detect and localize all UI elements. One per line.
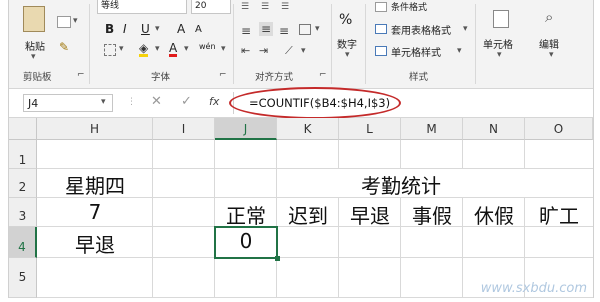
table-format-icon[interactable] [375, 24, 387, 34]
border-icon[interactable] [104, 44, 116, 56]
spreadsheet-grid[interactable]: H I J K L M N O 1 2 3 4 5 星期四 7 早退 考勤统计 … [9, 118, 593, 298]
enter-icon[interactable]: ✓ [181, 94, 192, 109]
orientation-icon[interactable]: ⟋ [285, 44, 293, 58]
column-header-o[interactable]: O [525, 118, 593, 140]
format-painter-icon[interactable]: ✎ [59, 40, 69, 54]
font-name-value: 等线 [101, 1, 120, 11]
ribbon: 粘贴 ▾ ▾ ✎ 剪贴板 ⌐ 等线 20 B I U ▾ A A ▾ ◈ ▾ A… [9, 0, 593, 89]
column-header-h[interactable]: H [37, 118, 153, 140]
underline-button[interactable]: U [141, 22, 150, 36]
fill-handle[interactable] [275, 256, 280, 261]
underline-dropdown-icon[interactable]: ▾ [155, 24, 160, 34]
row-header-2[interactable]: 2 [9, 169, 37, 198]
align-left-icon[interactable]: ≡ [241, 24, 251, 38]
align-center-icon[interactable]: ≡ [259, 22, 274, 36]
edit-dropdown-icon[interactable]: ▾ [549, 50, 554, 60]
row-header-1[interactable]: 1 [9, 140, 37, 169]
font-launcher-icon[interactable]: ⌐ [219, 70, 227, 80]
paste-icon[interactable] [23, 6, 45, 32]
cell-o3[interactable]: 旷工 [525, 200, 593, 229]
border-dropdown-icon[interactable]: ▾ [119, 44, 124, 54]
row-header-3[interactable]: 3 [9, 198, 37, 227]
font-color-dropdown-icon[interactable]: ▾ [184, 44, 189, 54]
column-header-l[interactable]: L [339, 118, 401, 140]
cell-style-button[interactable]: 单元格样式 [391, 44, 441, 59]
font-color-button[interactable]: A [169, 42, 178, 57]
align-right-icon[interactable]: ≡ [279, 24, 289, 38]
copy-icon[interactable] [57, 16, 71, 28]
number-dropdown-icon[interactable]: ▾ [345, 50, 350, 60]
column-header-i[interactable]: I [153, 118, 215, 140]
merge-center-icon[interactable] [299, 24, 311, 35]
formula-bar-grip-icon: ⋮ [127, 97, 136, 107]
italic-button[interactable]: I [123, 22, 127, 36]
table-format-dropdown-icon[interactable]: ▾ [463, 24, 468, 34]
column-header-n[interactable]: N [463, 118, 525, 140]
edit-button[interactable]: 编辑 [539, 36, 559, 51]
align-bottom-icon[interactable]: ☰ [281, 2, 289, 12]
align-top-icon[interactable]: ☰ [241, 2, 249, 12]
column-header-j[interactable]: J [215, 118, 277, 140]
font-size-value: 20 [195, 1, 207, 11]
paste-button[interactable]: 粘贴 [25, 38, 45, 53]
merge-dropdown-icon[interactable]: ▾ [315, 24, 320, 34]
conditional-format-button[interactable]: 条件格式 [391, 0, 427, 13]
cells-icon[interactable] [493, 10, 509, 28]
row-header-4[interactable]: 4 [9, 227, 37, 258]
decrease-indent-icon[interactable]: ⇤ [241, 44, 250, 57]
increase-indent-icon[interactable]: ⇥ [259, 44, 268, 57]
merged-title-cell[interactable]: 考勤统计 [277, 170, 525, 199]
cell-n3[interactable]: 休假 [463, 200, 525, 229]
column-header-m[interactable]: M [401, 118, 463, 140]
name-box[interactable]: J4 [23, 94, 113, 112]
style-group-label: 样式 [409, 72, 429, 83]
name-box-dropdown-icon[interactable]: ▾ [101, 97, 106, 107]
orientation-dropdown-icon[interactable]: ▾ [301, 46, 306, 56]
column-header-k[interactable]: K [277, 118, 339, 140]
number-format-icon[interactable]: % [339, 12, 352, 28]
cell-style-dropdown-icon[interactable]: ▾ [457, 46, 462, 56]
font-name-box[interactable]: 等线 [97, 0, 187, 14]
align-middle-icon[interactable]: ☰ [261, 2, 269, 12]
bold-button[interactable]: B [105, 22, 114, 36]
paste-dropdown-icon[interactable]: ▾ [31, 52, 36, 62]
cells-dropdown-icon[interactable]: ▾ [497, 50, 502, 60]
excel-window: 粘贴 ▾ ▾ ✎ 剪贴板 ⌐ 等线 20 B I U ▾ A A ▾ ◈ ▾ A… [8, 0, 594, 298]
phonetic-button[interactable]: wén [199, 42, 216, 51]
cell-style-icon[interactable] [375, 46, 387, 56]
row-header-5[interactable]: 5 [9, 258, 37, 298]
font-group-label: 字体 [151, 72, 171, 83]
fill-dropdown-icon[interactable]: ▾ [155, 44, 160, 54]
cell-h3[interactable]: 7 [37, 200, 153, 224]
clipboard-launcher-icon[interactable]: ⌐ [77, 70, 85, 80]
cell-m3[interactable]: 事假 [401, 200, 463, 229]
clipboard-group-label: 剪贴板 [23, 72, 52, 83]
table-format-button[interactable]: 套用表格格式 [391, 22, 451, 37]
annotation-circle [229, 87, 401, 119]
cell-k3[interactable]: 迟到 [277, 200, 339, 229]
phonetic-dropdown-icon[interactable]: ▾ [221, 44, 226, 54]
insert-function-button[interactable]: fx [209, 95, 219, 108]
cancel-icon[interactable]: ✕ [151, 94, 162, 109]
cells-button[interactable]: 单元格 [483, 36, 513, 51]
formula-bar: J4 ▾ ⋮ ✕ ✓ fx =COUNTIF($B4:$H4,I$3) [9, 87, 593, 119]
watermark: www.sxbdu.com [480, 281, 587, 296]
cell-j3[interactable]: 正常 [215, 200, 277, 229]
cell-h4[interactable]: 早退 [37, 229, 153, 258]
conditional-format-icon[interactable] [375, 2, 387, 12]
cell-h2[interactable]: 星期四 [37, 170, 153, 199]
search-icon[interactable]: ⌕ [545, 8, 553, 26]
select-all-corner[interactable] [9, 118, 37, 140]
grow-font-button[interactable]: A [177, 22, 185, 36]
font-size-box[interactable]: 20 [191, 0, 231, 14]
align-group-label: 对齐方式 [255, 72, 294, 83]
cell-l3[interactable]: 早退 [339, 200, 401, 229]
align-launcher-icon[interactable]: ⌐ [319, 70, 327, 80]
name-box-value: J4 [28, 97, 39, 110]
selected-cell-border [214, 226, 278, 259]
number-format-button[interactable]: 数字 [337, 36, 357, 51]
shrink-font-button[interactable]: A [195, 24, 202, 35]
copy-dropdown-icon[interactable]: ▾ [73, 16, 78, 26]
fill-color-icon[interactable]: ◈ [139, 42, 149, 57]
